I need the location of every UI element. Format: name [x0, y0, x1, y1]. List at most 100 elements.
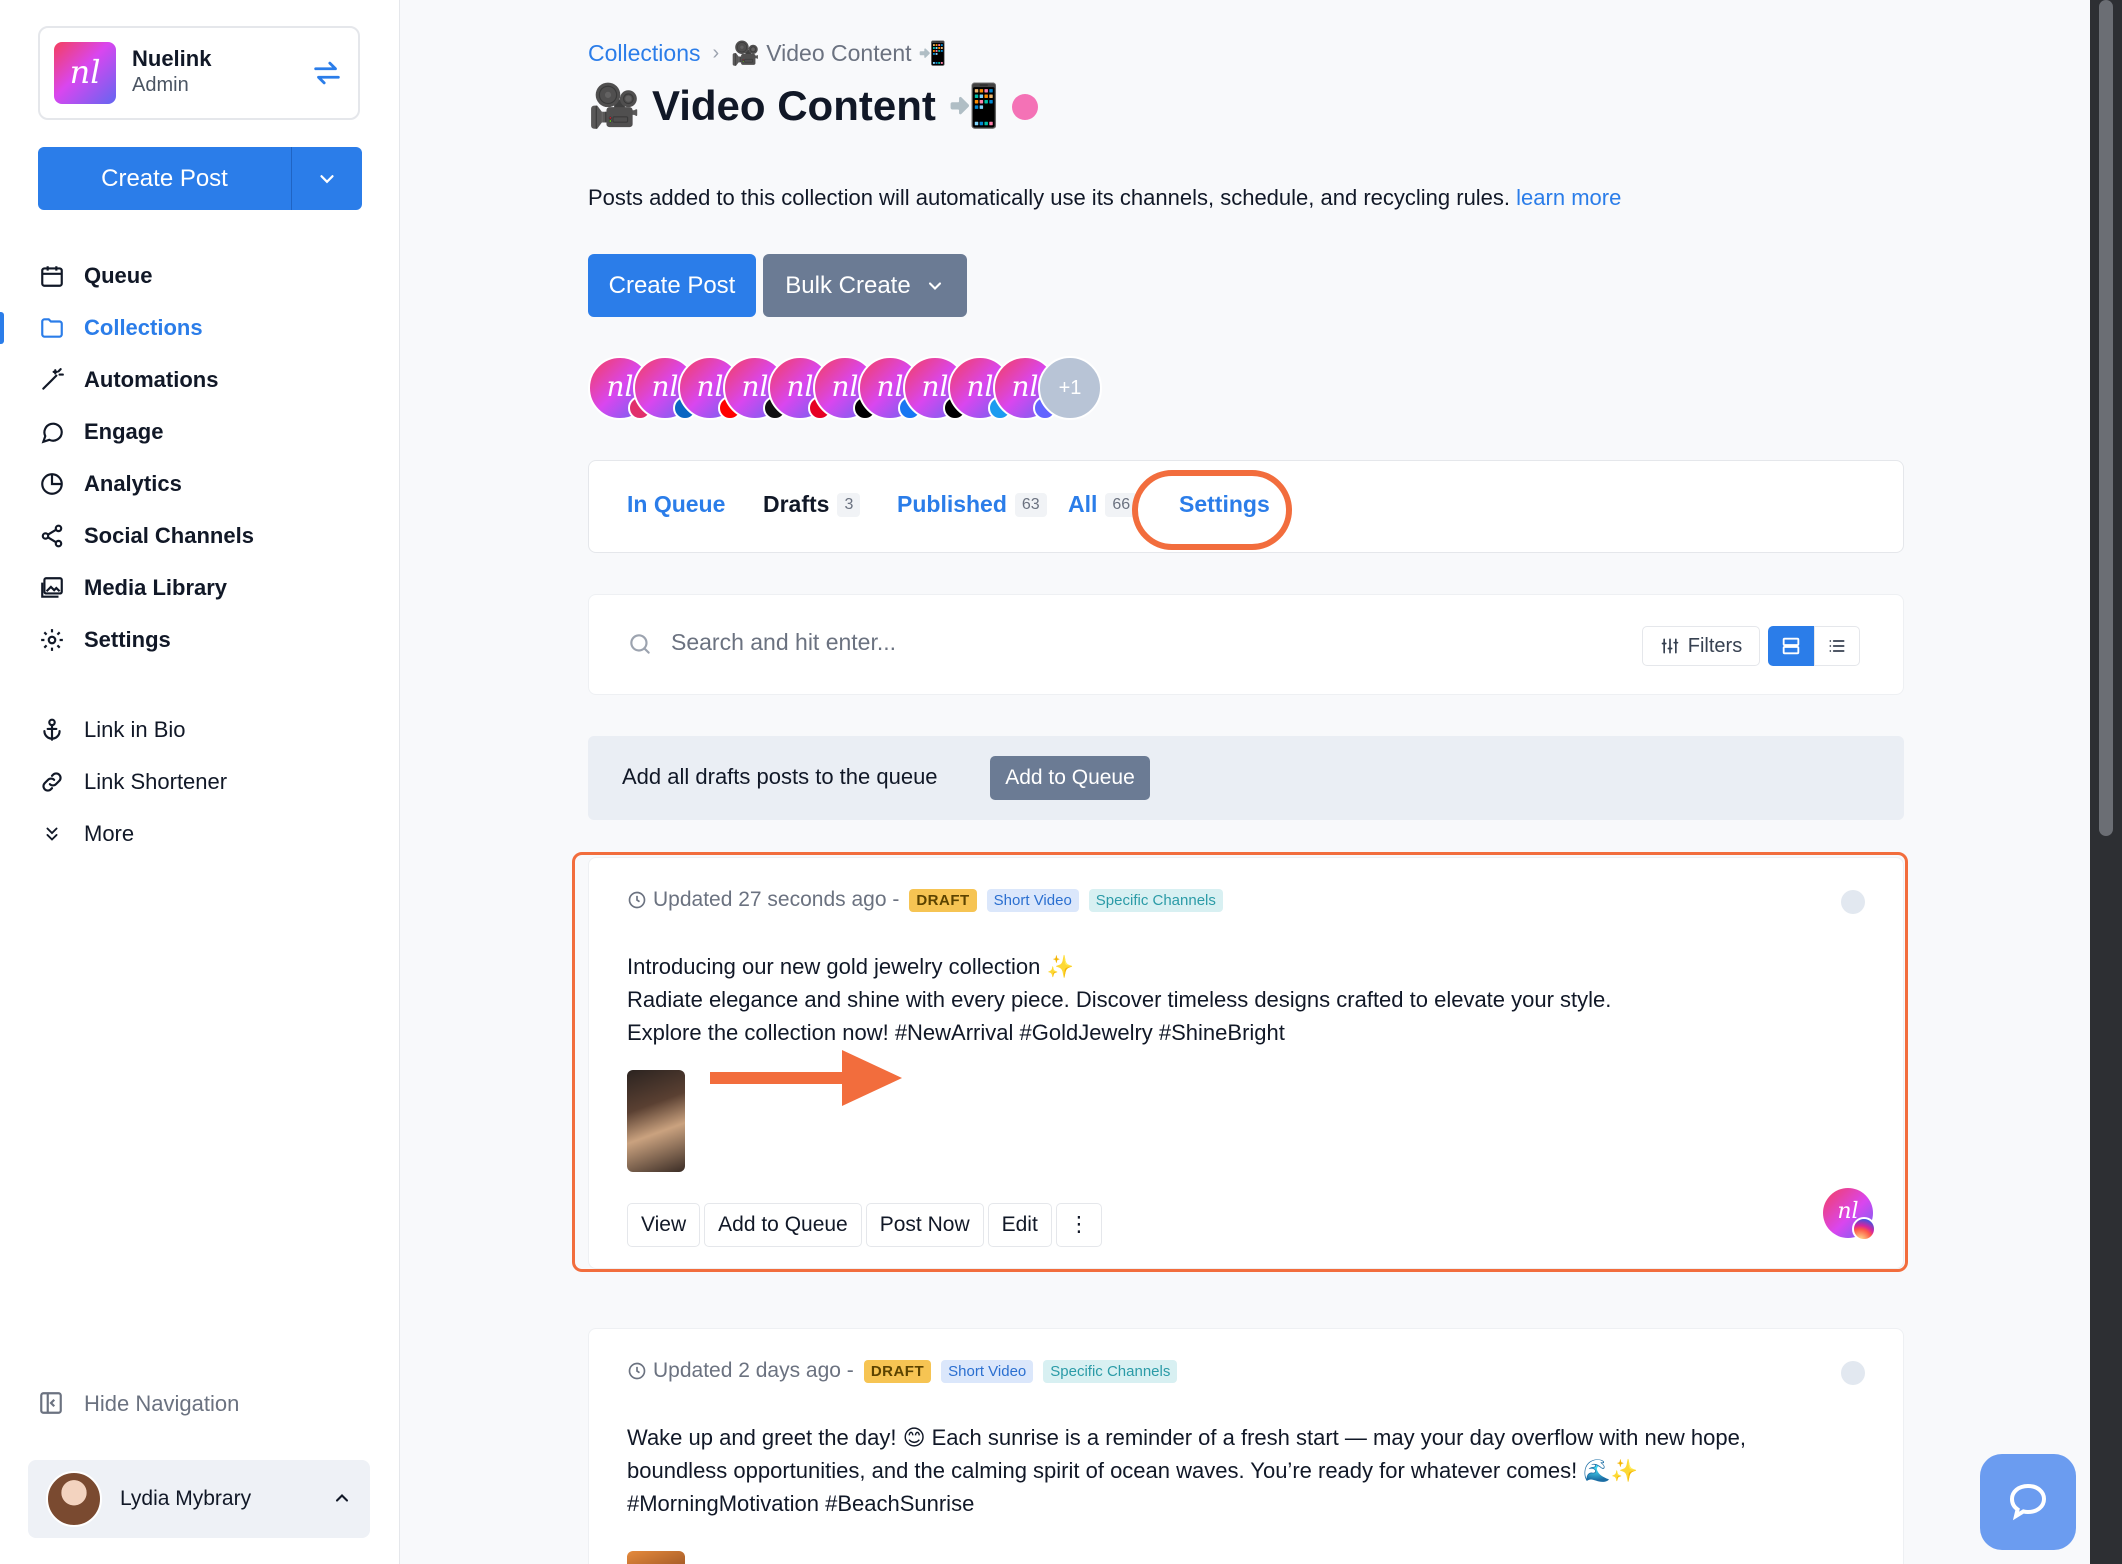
- nav-label: Social Channels: [84, 523, 254, 548]
- tab-count: 63: [1014, 492, 1047, 517]
- collection-color-dot: [1011, 93, 1038, 120]
- nav-item-link-shortener[interactable]: Link Shortener: [0, 756, 400, 808]
- user-name: Lydia Mybrary: [120, 1487, 252, 1510]
- sliders-icon: [1661, 638, 1679, 654]
- tab-label: All: [1068, 491, 1098, 517]
- filters-label: Filters: [1687, 634, 1743, 657]
- nav-item-more[interactable]: More: [0, 808, 400, 860]
- post-line: Wake up and greet the day! 😊 Each sunris…: [627, 1425, 1746, 1450]
- chevron-up-icon: [335, 1494, 349, 1502]
- arrow-right-icon: [710, 1050, 902, 1106]
- page-title: 🎥 Video Content 📲: [588, 82, 1038, 131]
- nav-label: Automations: [84, 367, 219, 392]
- select-checkbox[interactable]: [1841, 1361, 1865, 1385]
- nav-label: Link Shortener: [84, 769, 228, 794]
- calendar-icon: [38, 262, 66, 290]
- breadcrumb: Collections › 🎥 Video Content 📲: [588, 40, 947, 67]
- card-view-toggle[interactable]: [1768, 626, 1814, 666]
- nav-item-social-channels[interactable]: Social Channels: [0, 510, 400, 562]
- nav-item-settings[interactable]: Settings: [0, 614, 400, 666]
- switch-workspace-icon[interactable]: [310, 56, 344, 90]
- nav-item-link-in-bio[interactable]: Link in Bio: [0, 704, 400, 756]
- nav-label: Link in Bio: [84, 717, 186, 742]
- secondary-nav: Link in Bio Link Shortener More: [0, 704, 400, 860]
- nav-label: Collections: [84, 315, 203, 340]
- post-content: Wake up and greet the day! 😊 Each sunris…: [627, 1421, 1867, 1520]
- learn-more-link[interactable]: learn more: [1516, 185, 1621, 210]
- workspace-name: Nuelink: [132, 46, 212, 71]
- folder-icon: [38, 314, 66, 342]
- breadcrumb-current: 🎥 Video Content 📲: [731, 40, 947, 66]
- chat-icon: [2009, 1483, 2047, 1521]
- user-menu[interactable]: Lydia Mybrary: [28, 1460, 370, 1538]
- tab-published[interactable]: Published 63: [897, 491, 1047, 518]
- search-input[interactable]: Search and hit enter...: [671, 629, 896, 656]
- card-view-icon: [1782, 637, 1800, 655]
- nav-item-collections[interactable]: Collections: [0, 302, 400, 354]
- list-view-icon: [1829, 640, 1845, 652]
- add-all-to-queue-button[interactable]: Add to Queue: [990, 756, 1150, 800]
- nav-item-queue[interactable]: Queue: [0, 250, 400, 302]
- sidebar-create-post-button[interactable]: Create Post: [38, 147, 292, 210]
- share-icon: [38, 522, 66, 550]
- list-view-toggle[interactable]: [1814, 626, 1860, 666]
- channels-badge: Specific Channels: [1043, 1359, 1178, 1383]
- nav-label: Engage: [84, 419, 164, 444]
- nav-label: Media Library: [84, 575, 228, 600]
- chat-bubble-icon: [38, 418, 66, 446]
- banner-text: Add all drafts posts to the queue: [622, 764, 938, 789]
- tab-drafts[interactable]: Drafts 3: [763, 491, 861, 518]
- page-title-text: 🎥 Video Content 📲: [588, 82, 1000, 129]
- search-bar: Search and hit enter... Filters: [588, 594, 1904, 695]
- more-channels-badge[interactable]: +1: [1038, 356, 1102, 420]
- workspace-switcher[interactable]: nl Nuelink Admin: [38, 26, 360, 120]
- breadcrumb-separator-icon: ›: [712, 42, 720, 64]
- sidebar: nl Nuelink Admin Create Post Queue Colle…: [0, 0, 400, 1564]
- images-icon: [38, 574, 66, 602]
- hide-navigation-label: Hide Navigation: [84, 1391, 240, 1416]
- image-thumbnail[interactable]: [627, 1551, 685, 1564]
- type-badge: Short Video: [941, 1359, 1034, 1383]
- tab-label: Drafts: [763, 491, 830, 517]
- nav-label: Queue: [84, 263, 153, 288]
- hide-navigation-button[interactable]: Hide Navigation: [38, 1390, 239, 1418]
- collection-description: Posts added to this collection will auto…: [588, 185, 1621, 211]
- search-icon: [630, 634, 650, 654]
- bulk-create-button[interactable]: Bulk Create: [763, 254, 967, 317]
- nav-item-engage[interactable]: Engage: [0, 406, 400, 458]
- chevron-down-icon: [928, 281, 941, 290]
- nav-item-media-library[interactable]: Media Library: [0, 562, 400, 614]
- sidebar-collapse-icon: [38, 1390, 66, 1418]
- clock-icon: [628, 1362, 646, 1380]
- tab-in-queue[interactable]: In Queue: [627, 491, 725, 518]
- breadcrumb-collections-link[interactable]: Collections: [588, 40, 701, 67]
- create-post-dropdown-button[interactable]: [292, 147, 362, 210]
- gear-icon: [38, 626, 66, 654]
- anchor-icon: [38, 716, 66, 744]
- updated-time: Updated 2 days ago -: [653, 1359, 854, 1382]
- workspace-role: Admin: [132, 74, 189, 96]
- workspace-logo: nl: [54, 42, 116, 104]
- status-badge: DRAFT: [863, 1359, 932, 1383]
- tab-label: In Queue: [627, 491, 726, 517]
- scrollbar-thumb[interactable]: [2099, 0, 2113, 836]
- chevrons-down-icon: [38, 820, 66, 848]
- bulk-create-label: Bulk Create: [785, 271, 911, 299]
- filters-button[interactable]: Filters: [1642, 626, 1760, 666]
- magic-wand-icon: [38, 366, 66, 394]
- tab-label: Published: [897, 491, 1007, 517]
- nav-label: More: [84, 821, 135, 846]
- create-post-button[interactable]: Create Post: [588, 254, 756, 317]
- tab-count: 3: [837, 492, 861, 517]
- nav-item-analytics[interactable]: Analytics: [0, 458, 400, 510]
- add-drafts-to-queue-banner: Add all drafts posts to the queue Add to…: [588, 736, 1904, 820]
- pie-chart-icon: [38, 470, 66, 498]
- nav-label: Settings: [84, 627, 171, 652]
- tab-all[interactable]: All 66: [1068, 491, 1138, 518]
- nav-label: Analytics: [84, 471, 182, 496]
- support-chat-button[interactable]: [1980, 1454, 2076, 1550]
- create-post-split-button: Create Post: [38, 147, 362, 210]
- primary-nav: Queue Collections Automations Engage Ana…: [0, 250, 400, 666]
- nav-item-automations[interactable]: Automations: [0, 354, 400, 406]
- description-text: Posts added to this collection will auto…: [588, 185, 1511, 210]
